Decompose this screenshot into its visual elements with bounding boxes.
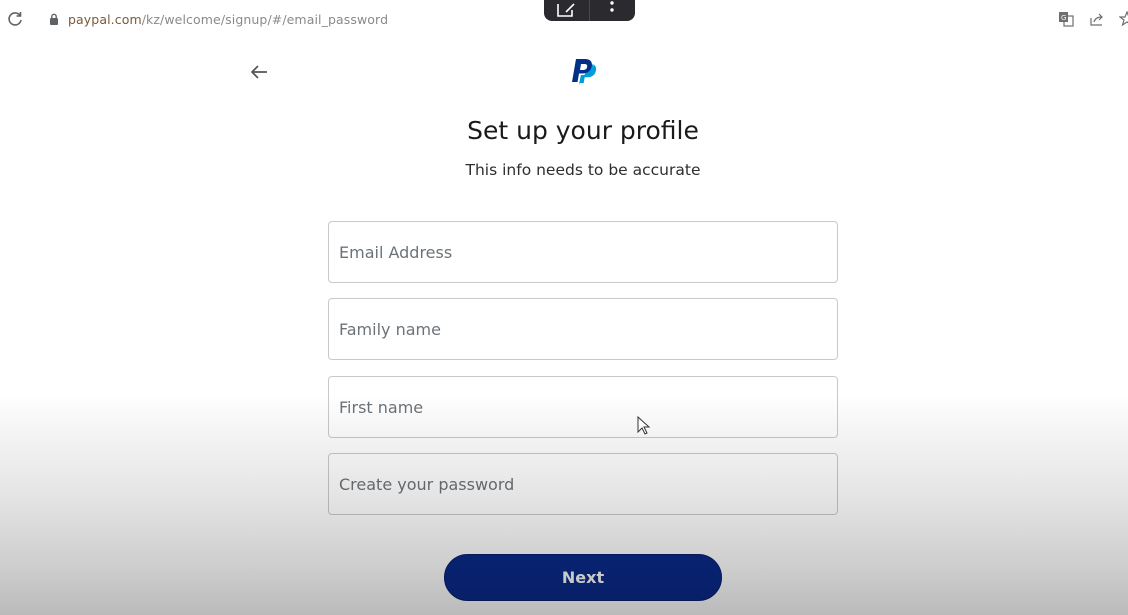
first-name-input[interactable] xyxy=(329,377,837,437)
email-field[interactable] xyxy=(328,221,838,283)
more-options-button[interactable] xyxy=(590,0,635,21)
paypal-logo xyxy=(572,59,597,85)
family-name-field[interactable] xyxy=(328,298,838,360)
more-vertical-icon xyxy=(610,1,614,12)
reload-icon[interactable] xyxy=(6,10,24,28)
url-host: paypal.com xyxy=(68,12,142,27)
star-icon[interactable] xyxy=(1119,11,1128,27)
browser-address-bar: paypal.com/kz/welcome/signup/#/email_pas… xyxy=(0,0,1128,40)
translate-icon[interactable]: G xyxy=(1058,11,1074,27)
page-subtitle: This info needs to be accurate xyxy=(465,161,701,179)
open-external-icon xyxy=(557,3,575,17)
svg-text:G: G xyxy=(1061,14,1066,22)
page-title: Set up your profile xyxy=(467,116,699,145)
share-icon[interactable] xyxy=(1089,11,1105,27)
mouse-pointer-icon xyxy=(637,416,651,435)
url-field[interactable]: paypal.com/kz/welcome/signup/#/email_pas… xyxy=(68,12,388,27)
open-external-button[interactable] xyxy=(544,0,589,21)
family-name-input[interactable] xyxy=(329,299,837,359)
password-input[interactable] xyxy=(329,454,837,514)
email-input[interactable] xyxy=(329,222,837,282)
url-path: /kz/welcome/signup/#/email_password xyxy=(141,12,389,27)
lock-icon[interactable] xyxy=(49,13,59,25)
password-field[interactable] xyxy=(328,453,838,515)
next-button[interactable]: Next xyxy=(444,554,722,601)
arrow-left-icon[interactable] xyxy=(248,62,270,82)
floating-toolbar xyxy=(544,0,635,21)
first-name-field[interactable] xyxy=(328,376,838,438)
